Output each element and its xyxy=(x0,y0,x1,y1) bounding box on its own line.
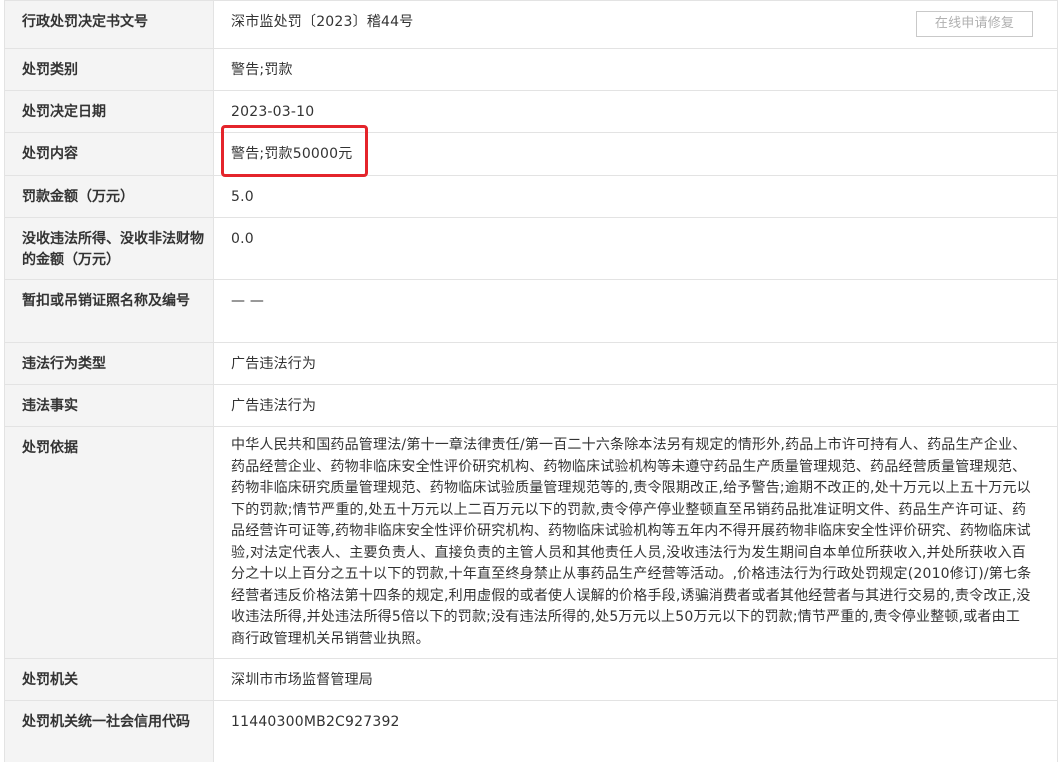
table-row: 处罚机关统一社会信用代码 11440300MB2C927392 xyxy=(4,700,1058,762)
row-value-cell: 深市监处罚〔2023〕稽44号 在线申请修复 xyxy=(213,0,1058,49)
table-row: 暂扣或吊销证照名称及编号 — — xyxy=(4,279,1058,343)
penalty-info-table: 行政处罚决定书文号 深市监处罚〔2023〕稽44号 在线申请修复 处罚类别 警告… xyxy=(4,0,1058,762)
penalty-basis: 中华人民共和国药品管理法/第十一章法律责任/第一百二十六条除本法另有规定的情形外… xyxy=(213,426,1058,659)
confiscation-amount: 0.0 xyxy=(213,217,1058,280)
row-label: 罚款金额（万元） xyxy=(4,175,214,218)
online-repair-button[interactable]: 在线申请修复 xyxy=(916,11,1033,37)
table-row: 行政处罚决定书文号 深市监处罚〔2023〕稽44号 在线申请修复 xyxy=(4,0,1058,49)
table-row: 罚款金额（万元） 5.0 xyxy=(4,175,1058,218)
table-row: 违法事实 广告违法行为 xyxy=(4,384,1058,427)
decision-date: 2023-03-10 xyxy=(213,90,1058,133)
violation-facts: 广告违法行为 xyxy=(213,384,1058,427)
row-label: 处罚内容 xyxy=(4,132,214,176)
table-row: 处罚决定日期 2023-03-10 xyxy=(4,90,1058,133)
penalty-detail-page: 信用中国 信用中国 信用中国 信用中国 行政处罚决定书文号 深市监处罚〔2023… xyxy=(0,0,1063,762)
penalty-authority: 深圳市市场监督管理局 xyxy=(213,658,1058,701)
table-row: 处罚类别 警告;罚款 xyxy=(4,48,1058,91)
row-label: 行政处罚决定书文号 xyxy=(4,0,214,49)
table-row: 处罚机关 深圳市市场监督管理局 xyxy=(4,658,1058,701)
penalty-category: 警告;罚款 xyxy=(213,48,1058,91)
row-label: 没收违法所得、没收非法财物的金额（万元） xyxy=(4,217,214,280)
row-label: 处罚决定日期 xyxy=(4,90,214,133)
penalty-content: 警告;罚款50000元 xyxy=(213,132,1058,176)
decision-number: 深市监处罚〔2023〕稽44号 xyxy=(231,14,414,30)
row-label: 违法行为类型 xyxy=(4,342,214,385)
table-row: 违法行为类型 广告违法行为 xyxy=(4,342,1058,385)
row-label: 暂扣或吊销证照名称及编号 xyxy=(4,279,214,343)
row-label: 处罚机关 xyxy=(4,658,214,701)
row-label: 处罚依据 xyxy=(4,426,214,659)
row-label: 违法事实 xyxy=(4,384,214,427)
violation-type: 广告违法行为 xyxy=(213,342,1058,385)
row-label: 处罚类别 xyxy=(4,48,214,91)
table-row: 处罚依据 中华人民共和国药品管理法/第十一章法律责任/第一百二十六条除本法另有规… xyxy=(4,426,1058,659)
row-label: 处罚机关统一社会信用代码 xyxy=(4,700,214,762)
table-row: 处罚内容 警告;罚款50000元 xyxy=(4,132,1058,176)
table-row: 没收违法所得、没收非法财物的金额（万元） 0.0 xyxy=(4,217,1058,280)
license-revoked: — — xyxy=(213,279,1058,343)
authority-credit-code: 11440300MB2C927392 xyxy=(213,700,1058,762)
fine-amount: 5.0 xyxy=(213,175,1058,218)
